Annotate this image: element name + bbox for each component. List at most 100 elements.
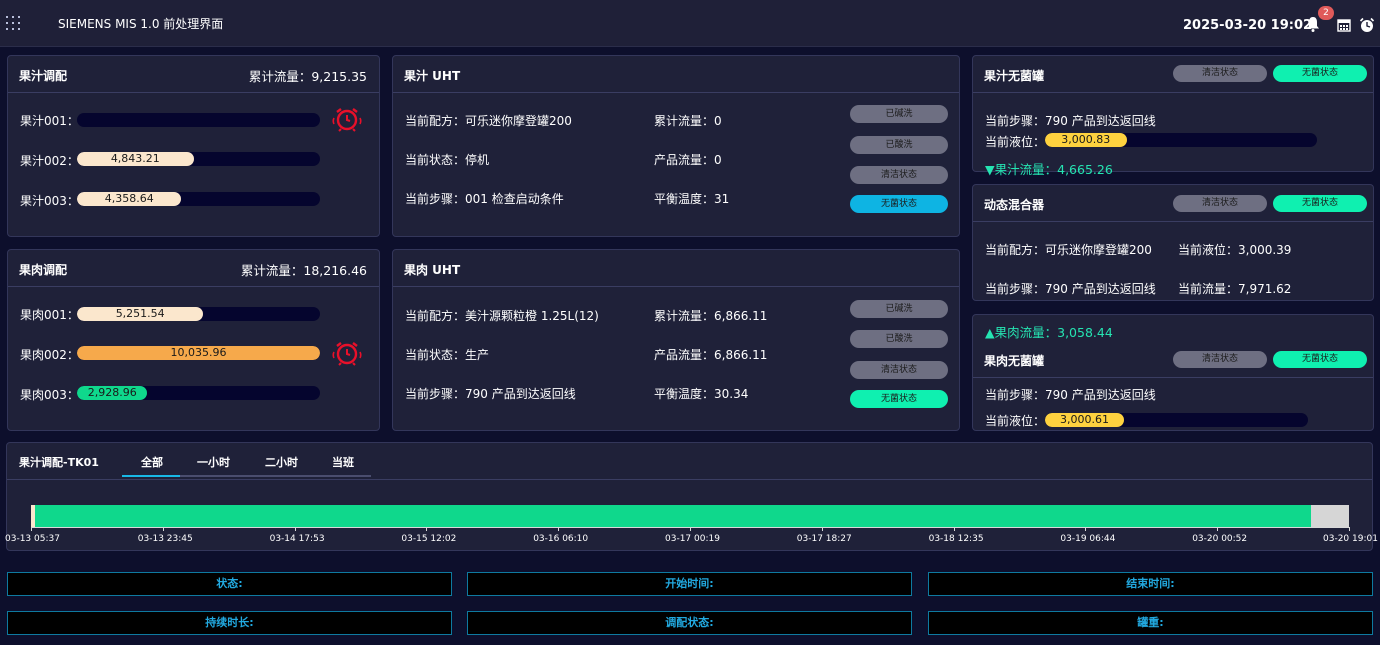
notification-badge: 2 [1318, 6, 1334, 20]
clean-status-button[interactable]: 清洁状态 [1173, 65, 1267, 82]
timeline-tick [162, 527, 164, 531]
current-step: 当前步骤：790 产品到达返回线 [985, 282, 1156, 296]
timeline-tick-label: 03-20 19:01 [1323, 534, 1378, 544]
tank-level-fill: 2,928.96 [77, 386, 148, 400]
level-label: 当前液位： [985, 135, 1046, 149]
panel-title: 果汁 UHT [404, 69, 461, 83]
current-step: 当前步骤：790 产品到达返回线 [985, 114, 1156, 128]
tank-level-bar: 10,035.96 [77, 346, 320, 360]
tank-level-bar: 3,000.61 [1045, 413, 1308, 427]
current-status: 当前状态：生产 [405, 348, 490, 362]
tab-all[interactable]: 全部 [141, 454, 163, 470]
juice-uht-panel: 果汁 UHT 当前配方：可乐迷你摩登罐200 当前状态：停机 当前步骤：001 … [392, 55, 960, 237]
current-status: 当前状态：停机 [405, 153, 490, 167]
timeline-segment-running[interactable] [34, 505, 1311, 528]
panel-title: 果汁调配 [19, 69, 68, 83]
timeline-segment-idle[interactable] [1310, 505, 1349, 528]
app-title: SIEMENS MIS 1.0 前处理界面 [58, 17, 224, 31]
alarm-icon[interactable] [332, 340, 362, 366]
tank-level-fill: 3,000.83 [1045, 133, 1127, 147]
divider [7, 479, 1372, 480]
blend-status-field: 调配状态: [467, 611, 912, 635]
timeline-tick-label: 03-15 12:02 [401, 534, 457, 544]
tank-label: 果汁001： [20, 114, 79, 128]
current-step: 当前步骤：790 产品到达返回线 [985, 388, 1156, 402]
tank-level-bar: 2,928.96 [77, 386, 320, 400]
timeline-tick-label: 03-13 23:45 [137, 534, 193, 544]
divider [973, 377, 1373, 378]
current-step: 当前步骤：790 产品到达返回线 [405, 387, 576, 401]
tab-one-hour[interactable]: 一小时 [197, 454, 230, 470]
timeline-tick [690, 527, 691, 531]
panel-title: 果汁无菌罐 [984, 69, 1045, 83]
total-flow: 累计流量：9,215.35 [248, 69, 367, 84]
tank-level-bar: 4,358.64 [77, 192, 320, 206]
sterile-status-button[interactable]: 无菌状态 [1273, 351, 1367, 368]
sterile-status-button[interactable]: 无菌状态 [850, 390, 948, 408]
alarm-icon[interactable] [332, 106, 362, 132]
current-recipe: 当前配方：美汁源颗粒橙 1.25L(12) [405, 309, 599, 323]
tank-label: 果肉002： [20, 348, 79, 362]
pulp-aseptic-tank-panel: ▲果肉流量：3,058.44 果肉无菌罐 清洁状态 无菌状态 当前步骤：790 … [972, 314, 1374, 431]
panel-title: 动态混合器 [984, 198, 1045, 212]
end-time-field: 结束时间: [928, 572, 1373, 596]
timeline-tick [31, 527, 32, 531]
clean-status-button[interactable]: 清洁状态 [850, 166, 948, 184]
current-flow: 当前流量：7,971.62 [1178, 282, 1292, 296]
clean-status-button[interactable]: 清洁状态 [1173, 351, 1267, 368]
timeline-tick-label: 03-18 12:35 [928, 534, 984, 544]
tab-active-indicator [122, 475, 180, 477]
panel-title: 果肉无菌罐 [984, 354, 1045, 368]
calendar-icon[interactable] [1337, 18, 1351, 32]
level-label: 当前液位： [985, 414, 1046, 428]
panel-header: 果肉调配 累计流量：18,216.46 [8, 250, 379, 287]
juice-blend-panel: 果汁调配 累计流量：9,215.35 果汁001： 果汁002： 4,843.2… [7, 55, 380, 237]
total-flow: 累计流量：18,216.46 [240, 263, 367, 278]
pulp-uht-panel: 果肉 UHT 当前配方：美汁源颗粒橙 1.25L(12) 当前状态：生产 当前步… [392, 249, 960, 431]
current-step: 当前步骤：001 检查启动条件 [405, 192, 564, 206]
current-datetime: 2025-03-20 19:02 [1183, 18, 1313, 33]
acid-wash-button[interactable]: 已酸洗 [850, 330, 948, 348]
tank-level-fill: 3,000.61 [1045, 413, 1124, 427]
tank-level-fill: 5,251.54 [77, 307, 204, 321]
alkali-wash-button[interactable]: 已碱洗 [850, 105, 948, 123]
timeline-tick [426, 527, 428, 531]
current-recipe: 当前配方：可乐迷你摩登罐200 [985, 243, 1152, 257]
tank-level-bar: 5,251.54 [77, 307, 320, 321]
timeline-title: 果汁调配-TK01 [19, 456, 99, 469]
sterile-status-button[interactable]: 无菌状态 [1273, 65, 1367, 82]
clean-status-button[interactable]: 清洁状态 [1173, 195, 1267, 212]
acid-wash-button[interactable]: 已酸洗 [850, 136, 948, 154]
timeline-tick-label: 03-17 18:27 [796, 534, 852, 544]
timeline-tick [294, 527, 296, 531]
timeline-tick [1349, 527, 1350, 531]
bell-icon[interactable] [1306, 16, 1320, 32]
tab-current-shift[interactable]: 当班 [332, 454, 354, 470]
panel-title: 果肉调配 [19, 263, 68, 277]
sterile-status-button[interactable]: 无菌状态 [850, 195, 948, 213]
panel-title: 果肉 UHT [404, 263, 461, 277]
current-level: 当前液位：3,000.39 [1178, 243, 1292, 257]
tank-label: 果汁003： [20, 194, 79, 208]
product-flow: 产品流量：0 [654, 153, 722, 167]
tank-level-bar [77, 113, 320, 127]
tab-two-hours[interactable]: 二小时 [265, 454, 298, 470]
alkali-wash-button[interactable]: 已碱洗 [850, 300, 948, 318]
timeline-tick [1217, 527, 1219, 531]
start-time-field: 开始时间: [467, 572, 912, 596]
tank-weight-field: 罐重: [928, 611, 1373, 635]
timeline-tick-label: 03-16 06:10 [533, 534, 589, 544]
tank-label: 果汁002： [20, 154, 79, 168]
timeline-tick-label: 03-13 05:37 [5, 534, 60, 544]
timeline-tick [821, 527, 823, 531]
timeline-tick-label: 03-19 06:44 [1060, 534, 1116, 544]
dynamic-mixer-panel: 动态混合器 清洁状态 无菌状态 当前配方：可乐迷你摩登罐200 当前液位：3,0… [972, 184, 1374, 301]
panel-header: 果汁 UHT [393, 56, 959, 93]
apps-grid-icon[interactable] [6, 16, 20, 30]
sterile-status-button[interactable]: 无菌状态 [1273, 195, 1367, 212]
clean-status-button[interactable]: 清洁状态 [850, 361, 948, 379]
balance-temperature: 平衡温度：31 [654, 192, 730, 206]
alarm-clock-icon[interactable] [1359, 17, 1375, 33]
duration-field: 持续时长: [7, 611, 452, 635]
timeline-status-bar [31, 505, 1349, 528]
